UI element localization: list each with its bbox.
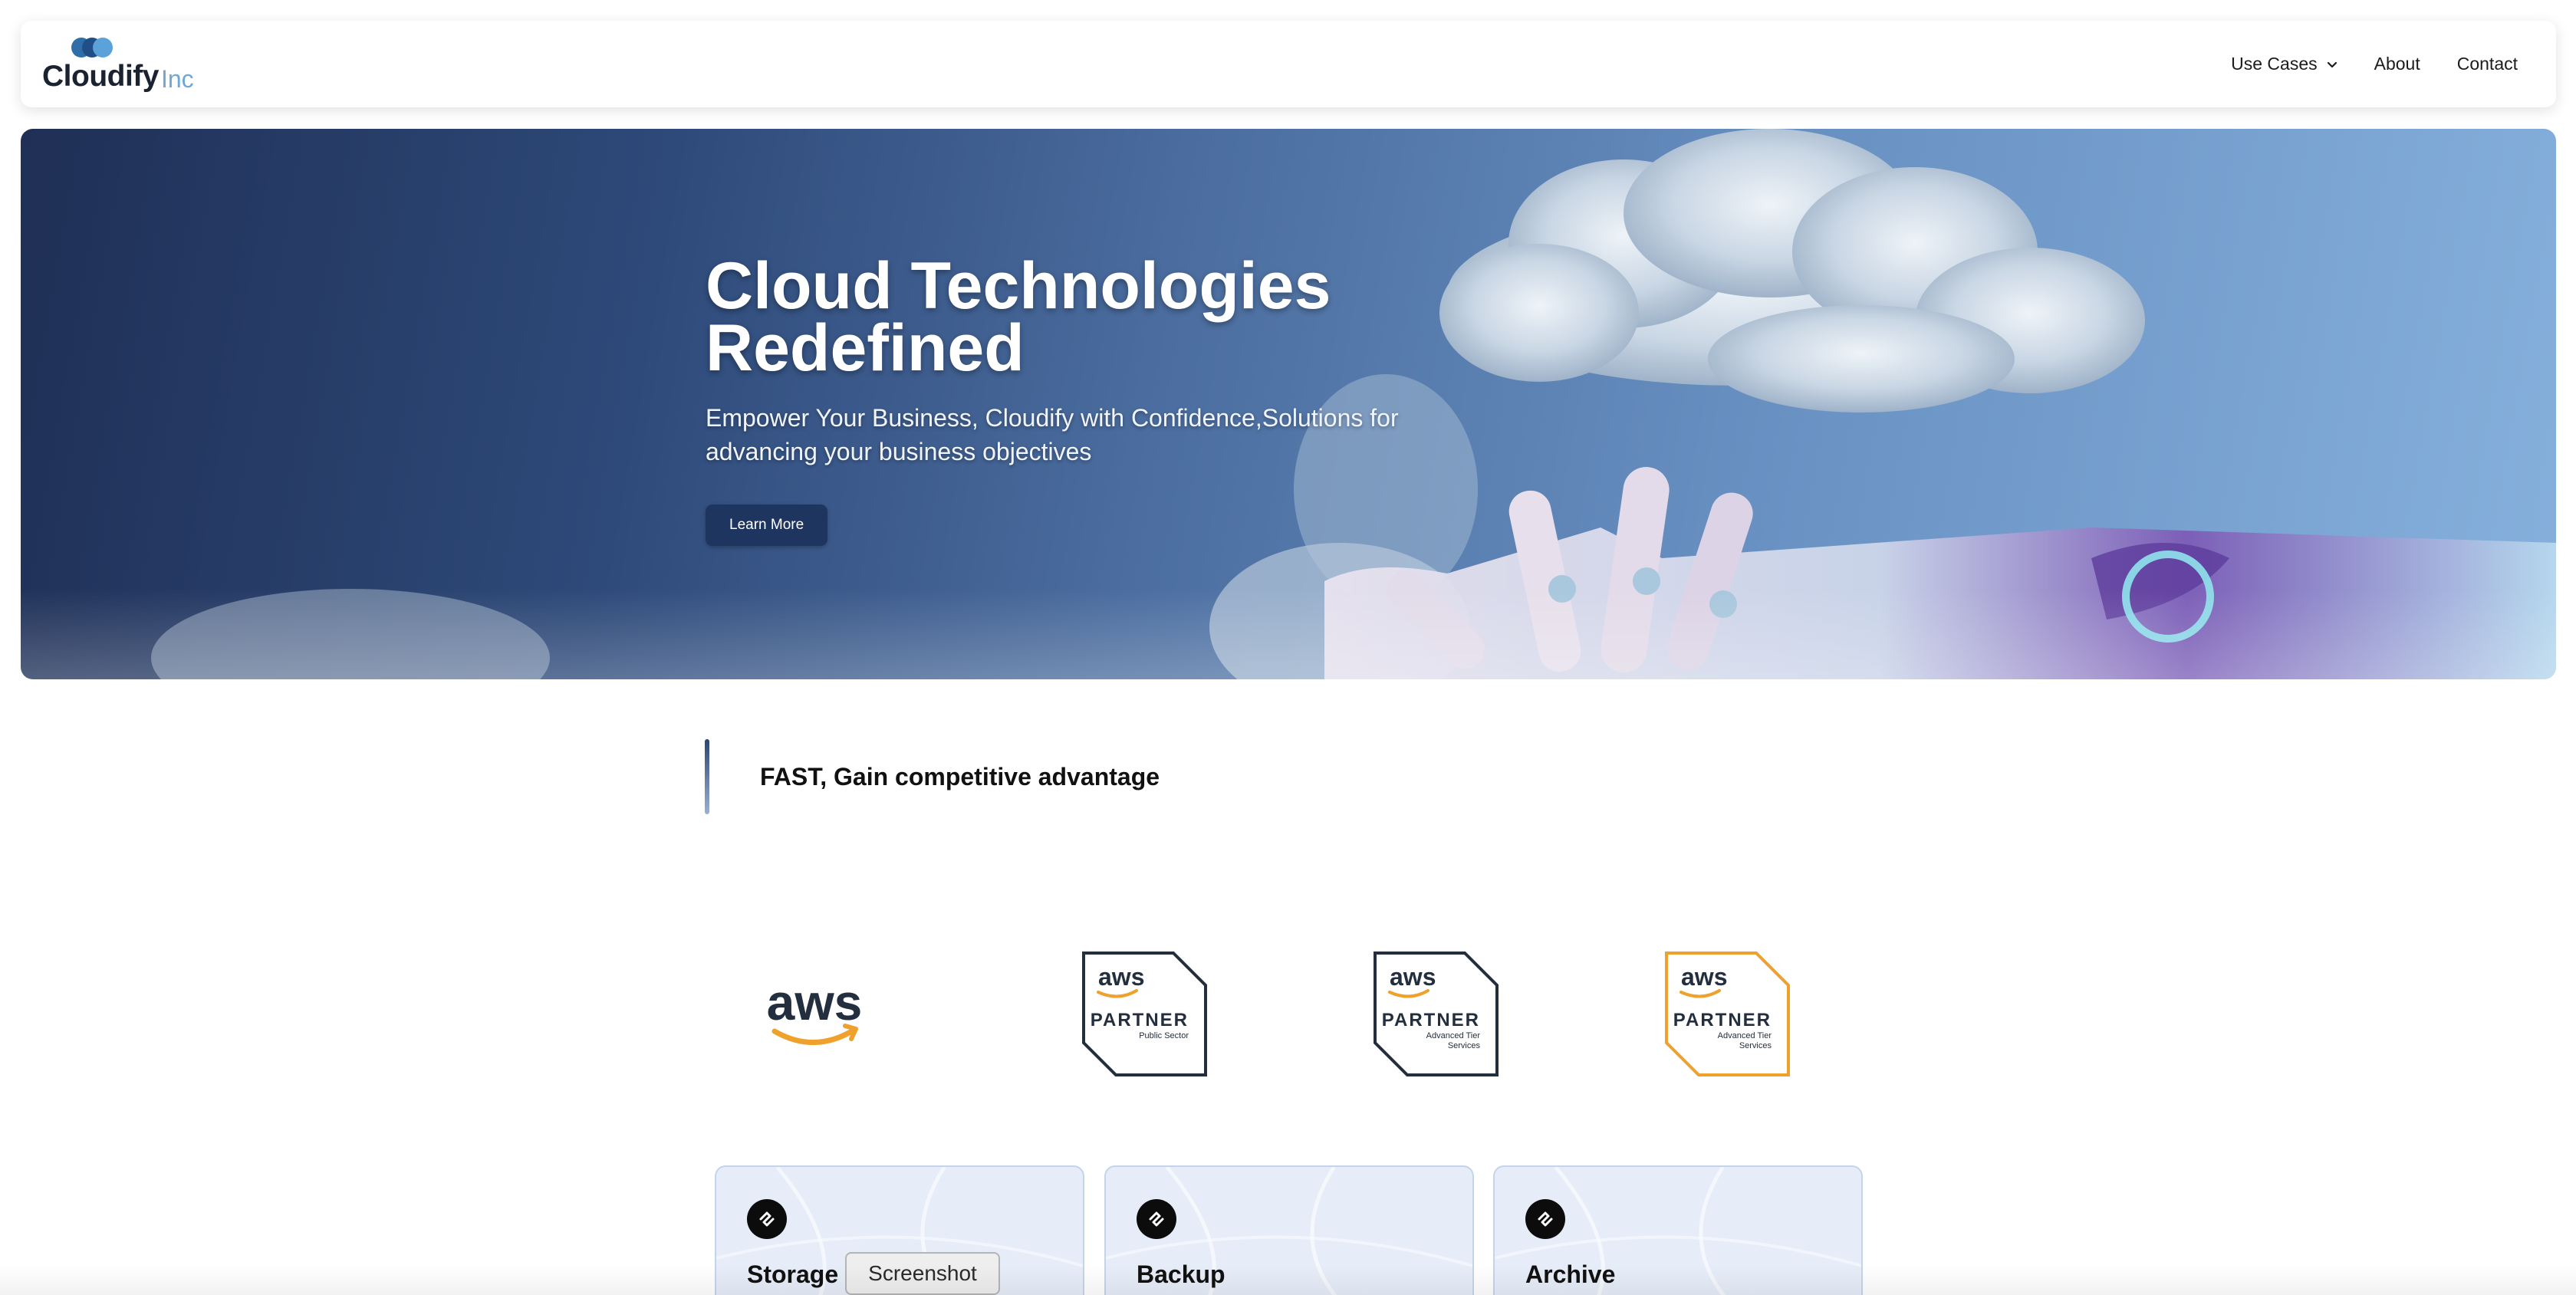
chevron-down-icon: [2327, 61, 2337, 67]
badge-tier-line-1: Advanced Tier: [1718, 1031, 1772, 1040]
badge-tier: Public Sector: [1139, 1031, 1189, 1040]
badge-wordmark: aws: [1098, 963, 1144, 991]
tagline-block: FAST, Gain competitive advantage: [705, 739, 1160, 814]
hero-title-line-2: Redefined: [706, 311, 1025, 385]
nav-use-cases-label: Use Cases: [2231, 54, 2318, 74]
card-title: Archive: [1525, 1260, 1616, 1288]
badge-wordmark: aws: [1390, 963, 1436, 991]
partner-logos: aws aws PARTNER Public Sector aws PARTNE…: [706, 951, 1810, 1077]
card-title: Storage: [747, 1260, 839, 1288]
hero-subtitle-line-2: advancing your business objectives: [706, 438, 1092, 466]
link-icon: [1525, 1199, 1565, 1239]
badge-title: PARTNER: [1091, 1010, 1189, 1030]
nav-use-cases-dropdown[interactable]: Use Cases: [2231, 54, 2337, 74]
brand-suffix: Inc: [160, 64, 194, 93]
nav-contact-link[interactable]: Contact: [2457, 54, 2518, 74]
tagline-text: FAST, Gain competitive advantage: [760, 762, 1160, 790]
learn-more-button[interactable]: Learn More: [706, 505, 828, 547]
card-title: Backup: [1137, 1260, 1225, 1288]
tagline-accent-bar: [705, 739, 709, 814]
badge-title: PARTNER: [1673, 1010, 1772, 1030]
link-icon: [747, 1199, 787, 1239]
brand-logo[interactable]: Cloudify Inc: [42, 37, 194, 93]
aws-logo: aws: [767, 974, 863, 1045]
badge-tier-line-1: Advanced Tier: [1426, 1031, 1481, 1040]
card-backup[interactable]: Backup: [1104, 1165, 1474, 1295]
badge-tier-line-2: Services: [1739, 1041, 1772, 1050]
link-icon: [1137, 1199, 1176, 1239]
aws-wordmark: aws: [767, 974, 863, 1030]
logo-dots-icon: [71, 37, 117, 59]
badge-wordmark: aws: [1681, 963, 1727, 991]
hero-banner: Cloud Technologies Redefined Empower You…: [21, 129, 2556, 679]
hero-subtitle-line-1: Empower Your Business, Cloudify with Con…: [706, 403, 1399, 432]
nav-about-link[interactable]: About: [2374, 54, 2420, 74]
aws-partner-public-sector-badge: aws PARTNER Public Sector: [1082, 952, 1207, 1076]
aws-partner-advanced-tier-badge: aws PARTNER Advanced Tier Services: [1374, 952, 1499, 1076]
main-nav: Use Cases About Contact: [2194, 54, 2518, 74]
hero-content: Cloud Technologies Redefined Empower You…: [706, 253, 1472, 547]
hero-subtitle: Empower Your Business, Cloudify with Con…: [706, 401, 1472, 470]
screenshot-tooltip[interactable]: Screenshot: [845, 1252, 1000, 1295]
badge-title: PARTNER: [1382, 1010, 1480, 1030]
aws-partner-advanced-tier-badge-orange: aws PARTNER Advanced Tier Services: [1665, 952, 1790, 1076]
brand-name: Cloudify: [42, 59, 159, 93]
top-navbar: Cloudify Inc Use Cases About Contact: [21, 21, 2556, 107]
badge-tier-line-2: Services: [1448, 1041, 1481, 1050]
card-archive[interactable]: Archive: [1493, 1165, 1863, 1295]
hero-title: Cloud Technologies Redefined: [706, 253, 1472, 381]
